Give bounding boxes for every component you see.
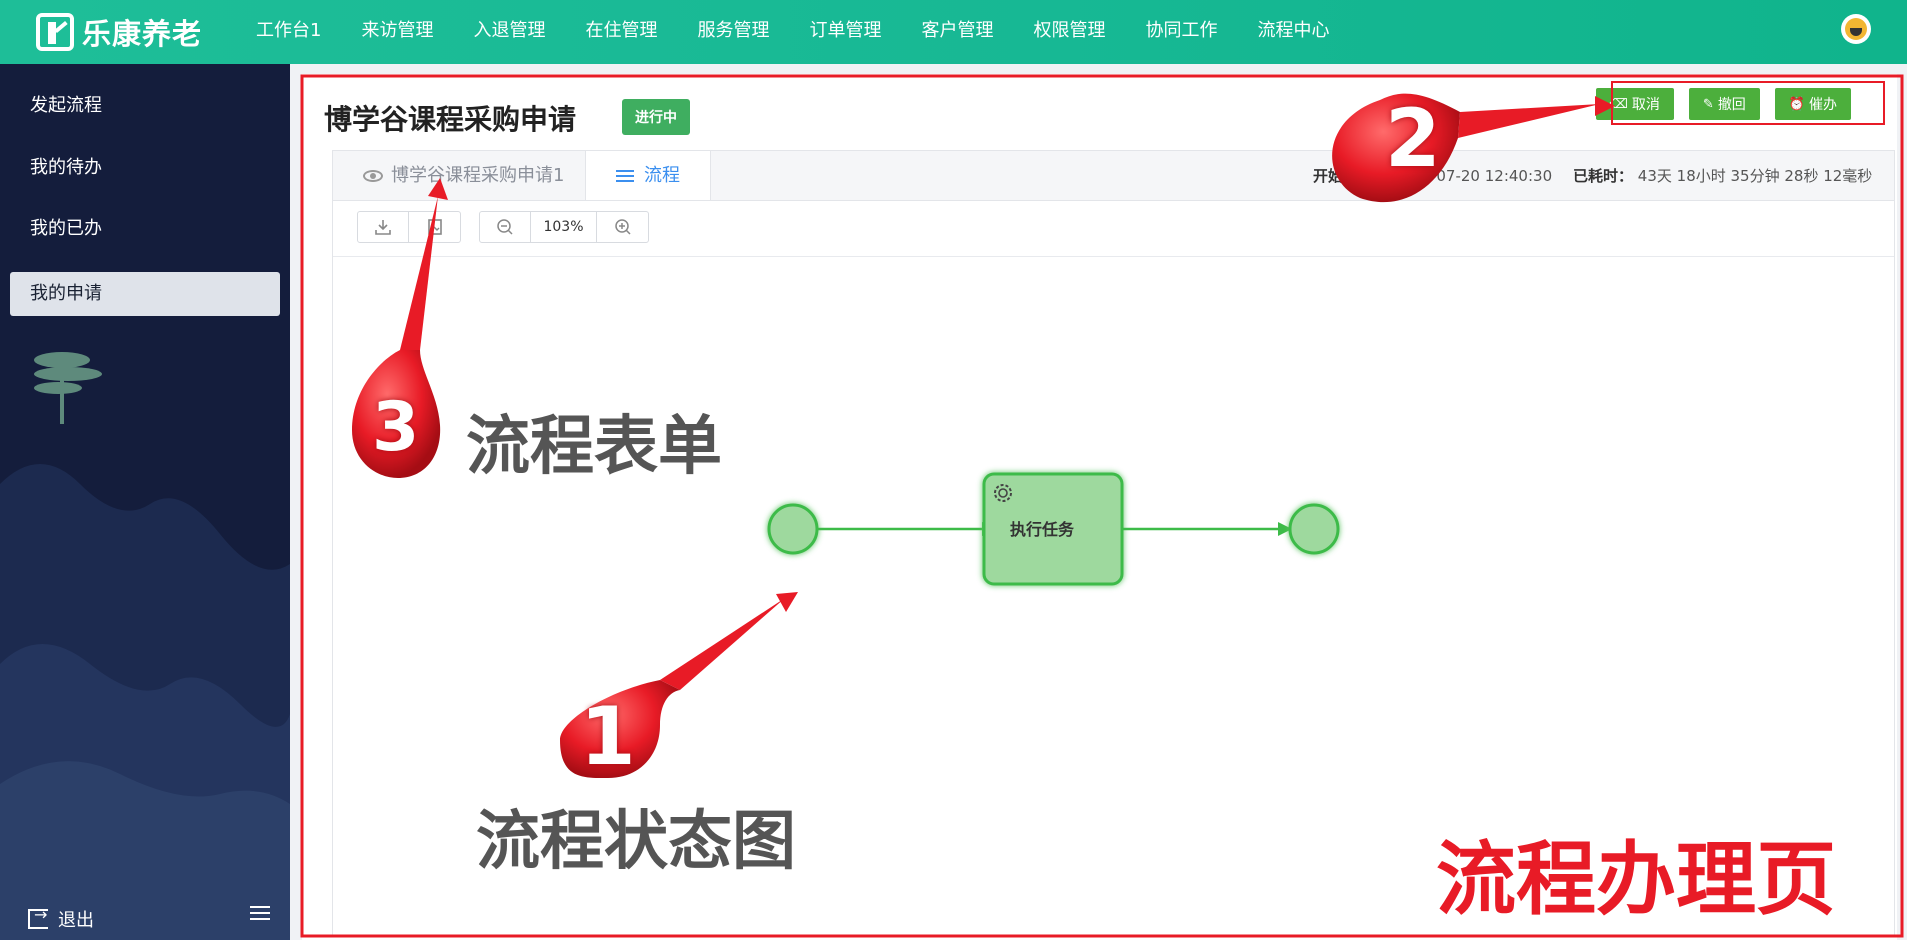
annotation-label-page: 流程办理页 <box>1436 833 1836 926</box>
annotation-2 <box>1332 93 1615 203</box>
annotation-label-diagram: 流程状态图 <box>476 805 796 879</box>
start-event-node[interactable] <box>767 503 819 555</box>
buttons-highlight-frame <box>1611 81 1885 125</box>
annotation-label-form: 流程表单 <box>466 410 722 484</box>
annotation-number-3: 3 <box>372 388 420 467</box>
end-event-node[interactable] <box>1288 503 1340 555</box>
annotation-number-1: 1 <box>580 690 636 783</box>
annotation-number-2: 2 <box>1385 92 1441 185</box>
task-node-label: 执行任务 <box>1010 520 1075 539</box>
annotation-overlay <box>300 74 1904 938</box>
